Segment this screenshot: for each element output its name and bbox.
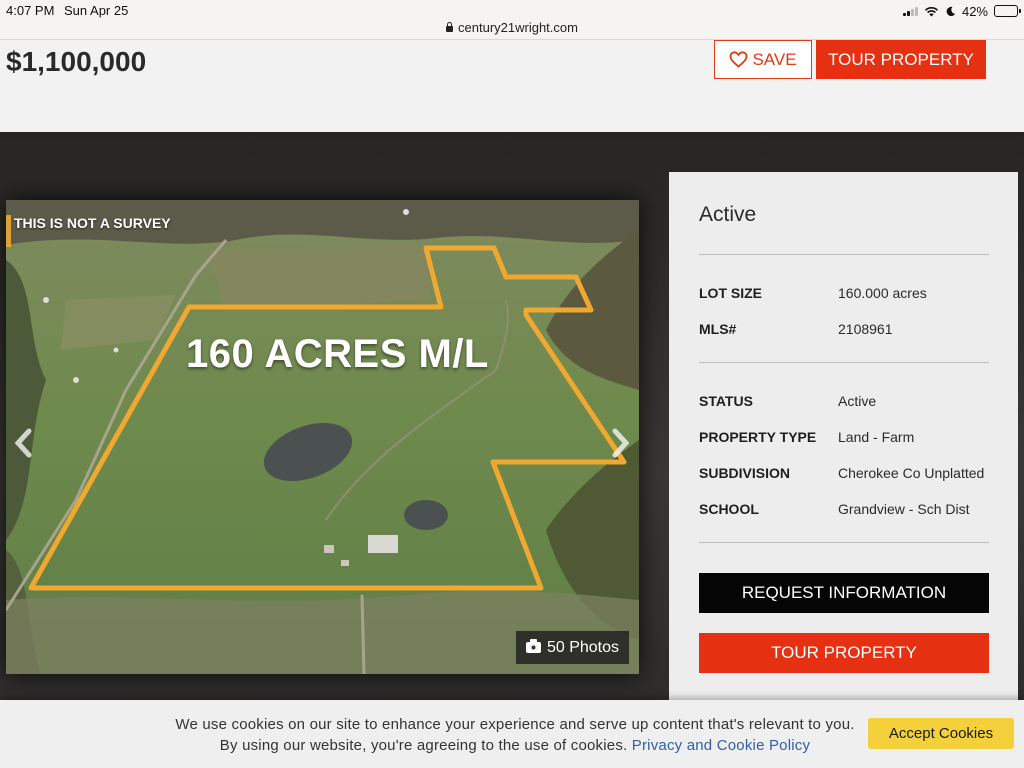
survey-disclaimer: THIS IS NOT A SURVEY bbox=[14, 215, 171, 231]
photos-count: 50 Photos bbox=[546, 638, 620, 656]
listing-header: $1,100,000 SAVE TOUR PROPERTY bbox=[0, 40, 1024, 132]
attribute-label: PROPERTY TYPE bbox=[699, 429, 817, 445]
attribute-label: STATUS bbox=[699, 393, 753, 409]
status-date: Sun Apr 25 bbox=[64, 3, 129, 18]
battery-icon bbox=[994, 5, 1021, 17]
divider bbox=[699, 362, 989, 363]
tour-property-button[interactable]: TOUR PROPERTY bbox=[699, 633, 989, 673]
cellular-signal-icon bbox=[902, 6, 918, 16]
aerial-image bbox=[6, 200, 639, 674]
listing-price: $1,100,000 bbox=[6, 46, 147, 77]
heart-icon bbox=[730, 51, 748, 68]
attribute-value: Active bbox=[838, 393, 877, 409]
next-photo-arrow-icon[interactable] bbox=[608, 428, 632, 458]
battery-percent: 42% bbox=[961, 3, 988, 19]
attribute-value: Land - Farm bbox=[838, 429, 915, 445]
attribute-label: SCHOOL bbox=[699, 501, 759, 517]
status-indicators: 42% bbox=[902, 3, 1021, 19]
accept-cookies-button[interactable]: Accept Cookies bbox=[868, 718, 1014, 749]
cookie-message: We use cookies on our site to enhance yo… bbox=[170, 714, 860, 756]
lock-icon bbox=[446, 22, 454, 32]
attribute-value: Cherokee Co Unplatted bbox=[838, 465, 985, 481]
previous-photo-arrow-icon[interactable] bbox=[12, 428, 36, 458]
address-bar[interactable]: century21wright.com bbox=[0, 20, 1024, 35]
url-text: century21wright.com bbox=[458, 20, 578, 35]
detail-label: LOT SIZE bbox=[699, 285, 762, 301]
save-label: SAVE bbox=[752, 49, 797, 69]
divider bbox=[699, 542, 989, 543]
moon-icon bbox=[946, 6, 956, 16]
detail-value: 2108961 bbox=[838, 321, 893, 337]
camera-icon bbox=[525, 639, 541, 653]
listing-status-heading: Active bbox=[699, 203, 757, 226]
tour-property-button-top[interactable]: TOUR PROPERTY bbox=[816, 40, 986, 79]
cookie-banner: We use cookies on our site to enhance yo… bbox=[0, 700, 1024, 768]
view-photos-button[interactable]: 50 Photos bbox=[516, 631, 629, 664]
acreage-overlay: 160 ACRES M/L bbox=[186, 332, 489, 376]
attribute-value: Grandview - Sch Dist bbox=[838, 501, 970, 517]
wifi-icon bbox=[924, 6, 939, 16]
privacy-policy-link[interactable]: Privacy and Cookie Policy bbox=[632, 737, 810, 754]
property-photo[interactable]: THIS IS NOT A SURVEY 160 ACRES M/L 50 Ph… bbox=[6, 200, 639, 674]
divider bbox=[699, 254, 989, 255]
request-information-button[interactable]: REQUEST INFORMATION bbox=[699, 573, 989, 613]
detail-label: MLS# bbox=[699, 321, 737, 337]
attribute-label: SUBDIVISION bbox=[699, 465, 791, 481]
status-time: 4:07 PM bbox=[6, 3, 55, 18]
detail-value: 160.000 acres bbox=[838, 285, 927, 301]
property-info-panel: Active LOT SIZE 160.000 acres MLS# 21089… bbox=[669, 172, 1018, 712]
status-bar: 4:07 PM Sun Apr 25 century21wright.com 4… bbox=[0, 0, 1024, 40]
save-button[interactable]: SAVE bbox=[714, 40, 812, 79]
